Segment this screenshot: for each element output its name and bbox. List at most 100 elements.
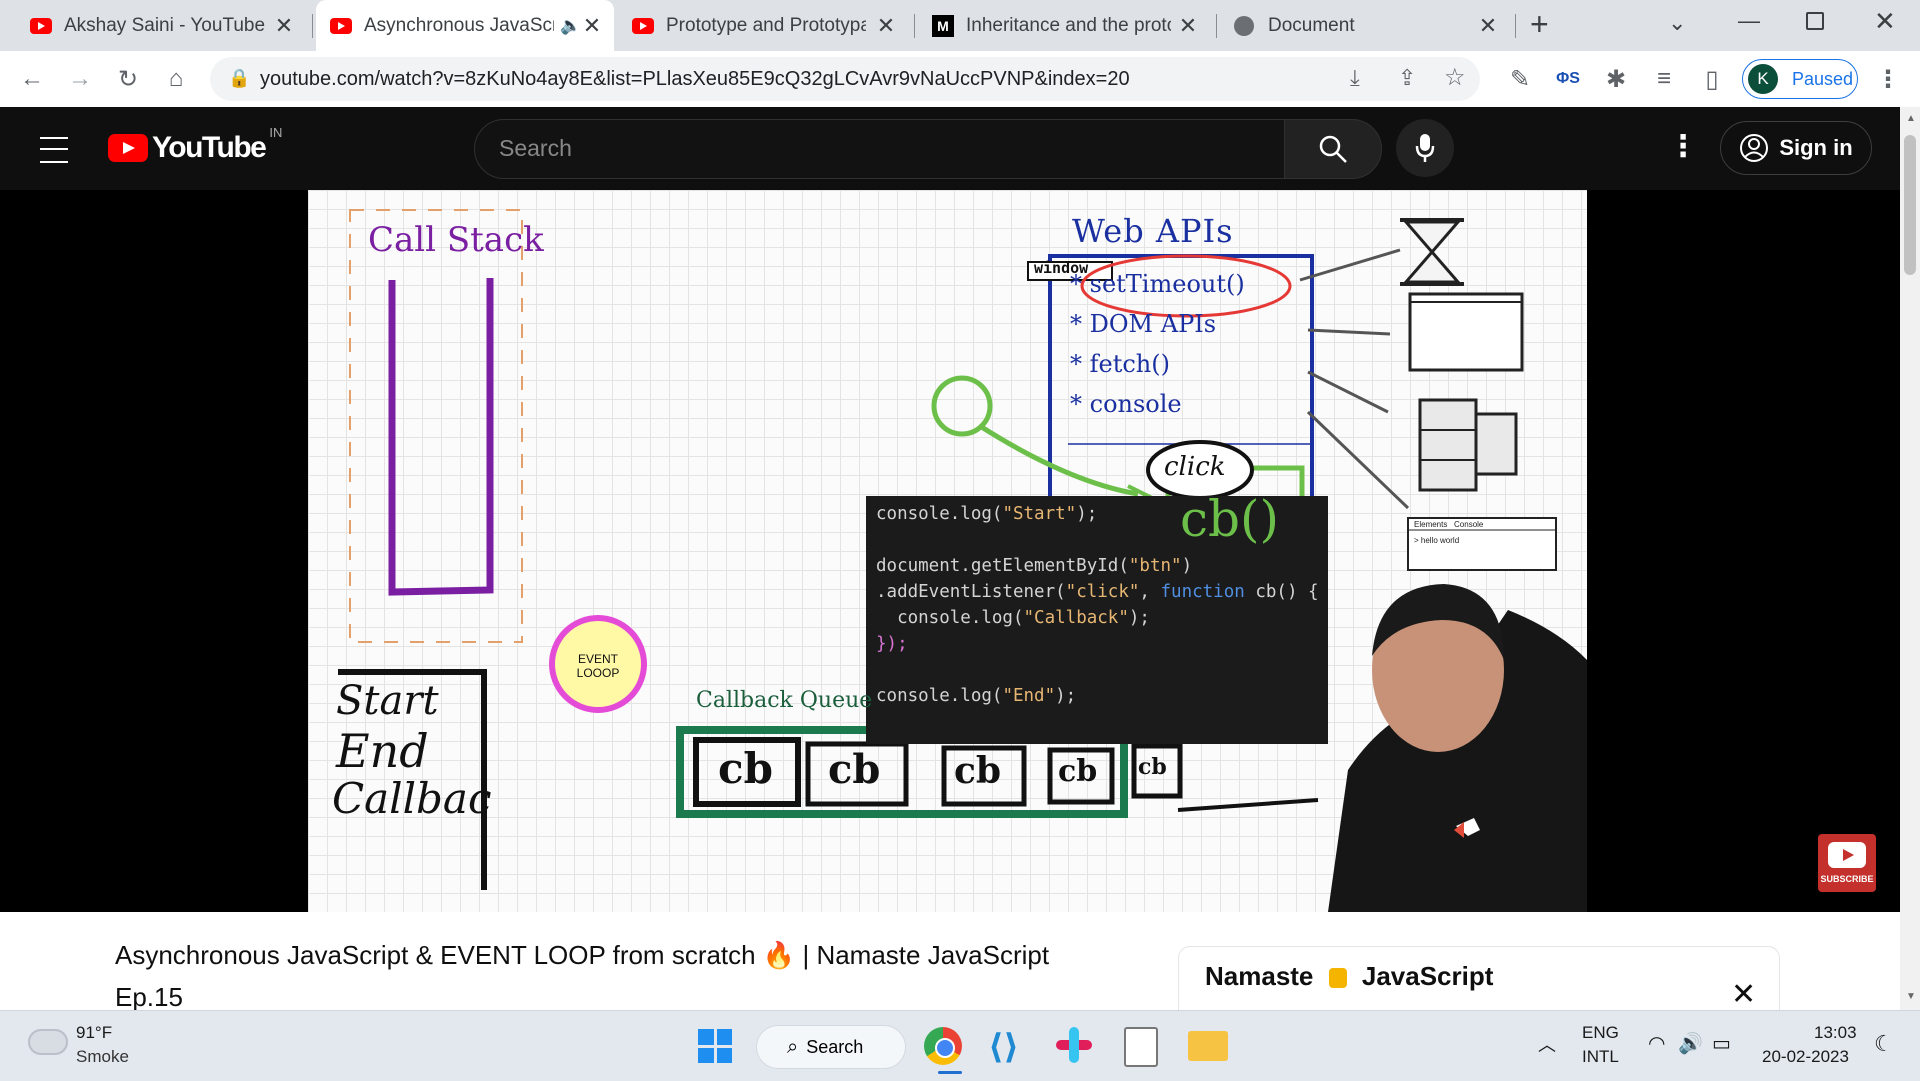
tab-title: Prototype and Prototypal	[666, 14, 866, 36]
close-icon[interactable]: ✕	[1731, 977, 1756, 1012]
browser-tab-strip: Akshay Saini - YouTube ✕ Asynchronous Ja…	[0, 0, 1920, 51]
tab-search-icon[interactable]: ⌄	[1668, 10, 1686, 36]
tab-title: Asynchronous JavaScri	[364, 14, 554, 36]
api-dom: * DOM APIs	[1070, 310, 1217, 338]
taskbar-search-box[interactable]: ⌕ Search	[756, 1025, 906, 1069]
tab-divider	[312, 14, 313, 38]
notifications-icon[interactable]: ☾	[1874, 1031, 1894, 1057]
code-line: });	[876, 634, 908, 654]
tab-akshay-saini[interactable]: Akshay Saini - YouTube ✕	[16, 0, 306, 51]
scroll-down-icon[interactable]: ▼	[1906, 991, 1916, 1002]
wifi-icon[interactable]: ◠	[1648, 1031, 1665, 1056]
api-console: * console	[1070, 390, 1182, 418]
close-icon[interactable]: ✕	[580, 13, 604, 39]
queue-item: cb	[718, 744, 773, 793]
close-icon[interactable]: ✕	[1476, 13, 1500, 39]
queue-item: cb	[828, 746, 881, 793]
search-input[interactable]: Search	[474, 119, 1286, 179]
search-button[interactable]	[1284, 119, 1382, 179]
language-layout[interactable]: INTL	[1582, 1047, 1619, 1067]
page-scrollbar[interactable]: ▲ ▼	[1900, 107, 1920, 1010]
close-icon[interactable]: ✕	[272, 13, 296, 39]
clock-time[interactable]: 13:03	[1814, 1023, 1857, 1043]
microphone-icon	[1415, 134, 1435, 162]
subscribe-watermark[interactable]: SUBSCRIBE	[1818, 834, 1876, 892]
playlist-panel[interactable]: Namaste JavaScript ✕	[1178, 946, 1780, 1011]
video-title-episode: Ep.15	[115, 982, 183, 1012]
volume-icon[interactable]: 🔊	[1678, 1031, 1703, 1056]
settings-kebab-icon[interactable]: ⋮	[1668, 129, 1698, 164]
close-window-icon[interactable]: ✕	[1874, 6, 1896, 37]
reload-icon[interactable]: ↻	[110, 61, 146, 97]
windows-start-icon[interactable]	[698, 1029, 732, 1063]
folded-hands-emoji	[1328, 968, 1347, 989]
tab-asynchronous-javascript[interactable]: Asynchronous JavaScri 🔈 ✕	[316, 0, 614, 51]
account-icon	[1740, 134, 1769, 162]
output-start: Start	[336, 678, 439, 724]
tab-divider	[914, 14, 915, 38]
back-icon[interactable]: ←	[14, 61, 50, 97]
menu-kebab-icon[interactable]: ⋮	[1870, 61, 1906, 97]
tab-prototype[interactable]: Prototype and Prototypal ✕	[618, 0, 908, 51]
snipping-tool-icon[interactable]	[1124, 1027, 1158, 1067]
vscode-icon[interactable]: ⟨⟩	[988, 1027, 1019, 1067]
address-bar[interactable]: 🔒 youtube.com/watch?v=8zKuNo4ay8E&list=P…	[210, 57, 1480, 101]
watch-metadata: Asynchronous JavaScript & EVENT LOOP fro…	[0, 912, 1900, 1012]
search-icon: ⌕	[787, 1035, 799, 1058]
media-control-icon[interactable]: ≡	[1646, 61, 1682, 97]
video-player[interactable]: Call Stack console.log("Start"); documen…	[0, 190, 1900, 912]
side-panel-icon[interactable]: ▯	[1694, 61, 1730, 97]
bookmark-star-icon[interactable]: ☆	[1444, 63, 1466, 92]
scroll-up-icon[interactable]: ▲	[1906, 113, 1916, 124]
video-frame: Call Stack console.log("Start"); documen…	[308, 190, 1587, 912]
chrome-icon[interactable]	[924, 1027, 962, 1065]
eyedropper-extension-icon[interactable]: ✎	[1502, 61, 1538, 97]
region-code: IN	[269, 124, 283, 140]
api-settimeout: * setTimeout()	[1070, 270, 1245, 298]
web-api-cb-label: cb()	[1180, 490, 1280, 548]
tab-divider	[1515, 14, 1516, 38]
language-code[interactable]: ENG	[1582, 1023, 1619, 1043]
devtools-tab-console: Console	[1454, 520, 1484, 529]
tab-document[interactable]: Document ✕	[1220, 0, 1510, 51]
sign-in-button[interactable]: Sign in	[1720, 121, 1872, 175]
event-loop-line: EVENT	[577, 652, 618, 666]
url-text: youtube.com/watch?v=8zKuNo4ay8E&list=PLl…	[260, 68, 1130, 90]
video-title-suffix: | Namaste JavaScript	[802, 940, 1050, 970]
active-app-indicator	[938, 1071, 962, 1074]
avatar: K	[1748, 64, 1778, 94]
youtube-logo[interactable]: YouTube IN	[108, 125, 282, 165]
playlist-title-b: JavaScript	[1361, 961, 1494, 991]
new-tab-button[interactable]: +	[1530, 6, 1549, 43]
slack-icon[interactable]	[1056, 1027, 1092, 1063]
voice-search-button[interactable]	[1396, 119, 1454, 177]
youtube-icon	[30, 17, 52, 34]
install-app-icon[interactable]: ⤓	[1350, 65, 1360, 91]
close-icon[interactable]: ✕	[874, 13, 898, 39]
speaker-icon[interactable]: 🔈	[560, 16, 581, 36]
restore-icon[interactable]	[1806, 12, 1824, 30]
callback-queue-title: Callback Queue	[696, 688, 873, 713]
file-explorer-icon[interactable]	[1188, 1031, 1228, 1061]
chevron-up-icon[interactable]: ︿	[1538, 1031, 1556, 1057]
home-icon[interactable]: ⌂	[158, 61, 194, 97]
windows-taskbar: 91°F Smoke ⌕ Search ⟨⟩ ︿ ENG INTL ◠ 🔊 ▭ …	[0, 1010, 1920, 1081]
close-icon[interactable]: ✕	[1176, 13, 1200, 39]
hamburger-menu-icon[interactable]	[40, 137, 68, 163]
forward-icon[interactable]: →	[62, 61, 98, 97]
clock-date[interactable]: 20-02-2023	[1762, 1047, 1849, 1067]
taskbar-search-label: Search	[806, 1036, 864, 1057]
minimize-icon[interactable]: —	[1738, 8, 1760, 34]
weather-smoke-icon[interactable]	[28, 1029, 68, 1055]
extensions-puzzle-icon[interactable]: ✱	[1598, 61, 1634, 97]
queue-item: cb	[954, 750, 1002, 792]
tab-inheritance[interactable]: M Inheritance and the proto ✕	[918, 0, 1210, 51]
video-title-main: Asynchronous JavaScript & EVENT LOOP fro…	[115, 940, 756, 970]
share-icon[interactable]: ⇪	[1398, 65, 1416, 91]
profile-button[interactable]: K Paused	[1742, 59, 1858, 99]
extension-icon[interactable]: ΦS	[1550, 61, 1586, 97]
event-loop-line: LOOOP	[576, 666, 620, 680]
battery-icon[interactable]: ▭	[1712, 1031, 1731, 1056]
scrollbar-thumb[interactable]	[1904, 135, 1916, 275]
tab-title: Inheritance and the proto	[966, 14, 1171, 36]
